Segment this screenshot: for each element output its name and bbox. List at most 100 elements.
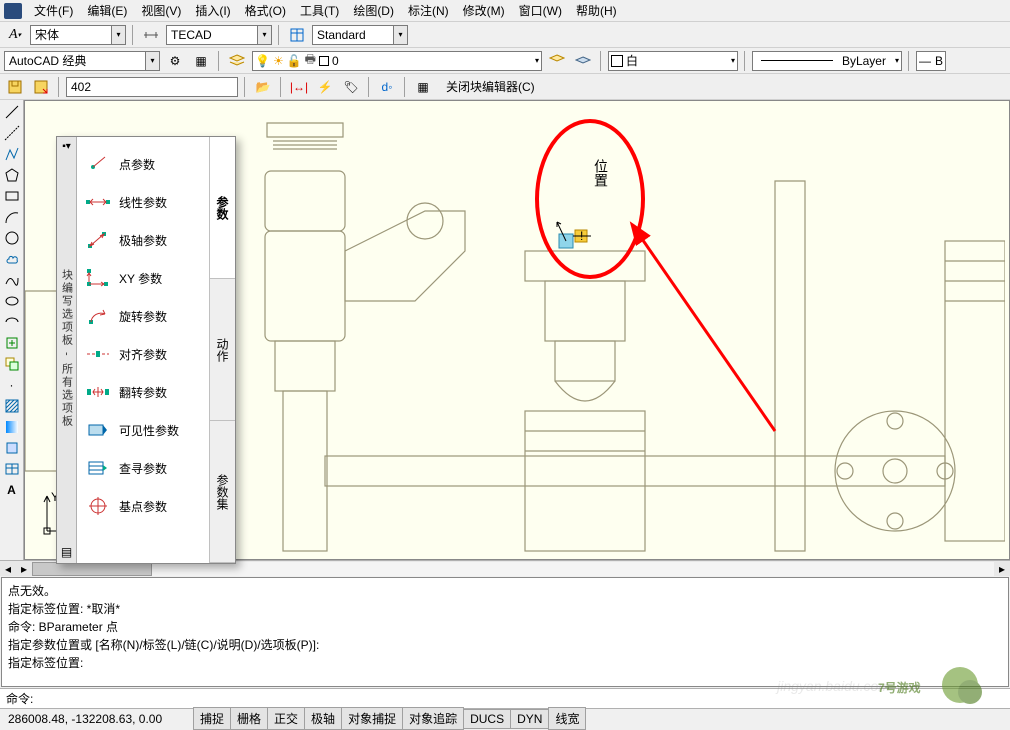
param-point[interactable]: 点参数: [79, 145, 207, 183]
ellipse-icon[interactable]: [2, 291, 22, 311]
textstyle-icon[interactable]: A▾: [4, 24, 26, 46]
menu-help[interactable]: 帮助(H): [570, 0, 623, 21]
layer-prev-icon[interactable]: [546, 50, 568, 72]
block-saveas-icon[interactable]: [30, 76, 52, 98]
menu-tools[interactable]: 工具(T): [294, 0, 345, 21]
arc-icon[interactable]: [2, 207, 22, 227]
font-input[interactable]: [31, 26, 111, 44]
menu-window[interactable]: 窗口(W): [513, 0, 568, 21]
ducs-toggle[interactable]: DUCS: [463, 709, 511, 729]
chevron-down-icon[interactable]: ▾: [895, 56, 899, 65]
construction-line-icon[interactable]: [2, 123, 22, 143]
block-open-icon[interactable]: 📂: [252, 76, 274, 98]
param-rotate[interactable]: 旋转参数: [79, 297, 207, 335]
workspace-combo[interactable]: ▾: [4, 51, 160, 71]
tab-parameter-sets[interactable]: 参数集: [210, 421, 235, 563]
linetype-combo[interactable]: ByLayer ▾: [752, 51, 902, 71]
param-visibility[interactable]: 可见性参数: [79, 411, 207, 449]
param-flip[interactable]: 翻转参数: [79, 373, 207, 411]
otrack-toggle[interactable]: 对象追踪: [402, 707, 464, 730]
menu-modify[interactable]: 修改(M): [457, 0, 511, 21]
menu-format[interactable]: 格式(O): [239, 0, 292, 21]
constraint-icon[interactable]: d◦: [376, 76, 398, 98]
revision-cloud-icon[interactable]: [2, 249, 22, 269]
param-align[interactable]: 对齐参数: [79, 335, 207, 373]
tablestyle-combo[interactable]: ▾: [312, 25, 408, 45]
block-authoring-palette[interactable]: ▪▾ 块编写选项板 - 所有选项板 ▤ 点参数 线性参数 极轴参数 XY 参数 …: [56, 136, 236, 564]
lineweight-combo[interactable]: —B: [916, 51, 946, 71]
polygon-icon[interactable]: [2, 165, 22, 185]
point-icon[interactable]: ·: [2, 375, 22, 395]
layer-manager-icon[interactable]: [226, 50, 248, 72]
param-xy[interactable]: XY 参数: [79, 259, 207, 297]
chevron-down-icon[interactable]: ▾: [111, 26, 125, 44]
circle-icon[interactable]: [2, 228, 22, 248]
workspace-input[interactable]: [5, 52, 145, 70]
snap-toggle[interactable]: 捕捉: [193, 707, 231, 730]
region-icon[interactable]: [2, 438, 22, 458]
workspace-save-icon[interactable]: ▦: [190, 50, 212, 72]
param-basepoint[interactable]: 基点参数: [79, 487, 207, 525]
chevron-down-icon[interactable]: ▾: [257, 26, 271, 44]
polyline-icon[interactable]: [2, 144, 22, 164]
param-linear[interactable]: 线性参数: [79, 183, 207, 221]
polar-toggle[interactable]: 极轴: [304, 707, 342, 730]
coordinates-display[interactable]: 286008.48, -132208.63, 0.00: [4, 712, 194, 726]
block-name-input[interactable]: [67, 78, 237, 96]
block-name-combo[interactable]: [66, 77, 238, 97]
tablestyle-input[interactable]: [313, 26, 393, 44]
ellipse-arc-icon[interactable]: [2, 312, 22, 332]
command-input[interactable]: [39, 691, 1004, 706]
chevron-down-icon[interactable]: ▾: [145, 52, 159, 70]
palette-handle[interactable]: ▪▾ 块编写选项板 - 所有选项板 ▤: [57, 137, 77, 563]
action-icon[interactable]: ⚡: [314, 76, 336, 98]
menu-view[interactable]: 视图(V): [135, 0, 187, 21]
param-linear-icon[interactable]: |↔|: [288, 76, 310, 98]
layer-states-icon[interactable]: [572, 50, 594, 72]
dimstyle-combo[interactable]: ▾: [166, 25, 272, 45]
tab-actions[interactable]: 动作: [210, 279, 235, 421]
font-combo[interactable]: ▾: [30, 25, 126, 45]
osnap-toggle[interactable]: 对象捕捉: [341, 707, 403, 730]
palette-menu-icon[interactable]: ▪▾: [62, 141, 71, 152]
rectangle-icon[interactable]: [2, 186, 22, 206]
grid-toggle[interactable]: 栅格: [230, 707, 268, 730]
menu-dimension[interactable]: 标注(N): [402, 0, 455, 21]
dyn-toggle[interactable]: DYN: [510, 709, 549, 729]
insert-block-icon[interactable]: [2, 333, 22, 353]
menu-insert[interactable]: 插入(I): [189, 0, 236, 21]
tablestyle-icon[interactable]: [286, 24, 308, 46]
palette-props-icon[interactable]: ▤: [61, 545, 72, 559]
menu-draw[interactable]: 绘图(D): [347, 0, 400, 21]
command-window[interactable]: 点无效。 指定标签位置: *取消* 命令: BParameter 点 指定参数位…: [1, 577, 1009, 687]
chevron-down-icon[interactable]: ▾: [393, 26, 407, 44]
chevron-down-icon[interactable]: ▾: [535, 56, 539, 65]
dimstyle-icon[interactable]: [140, 24, 162, 46]
authoring-palette-icon[interactable]: ▦: [412, 76, 434, 98]
color-combo[interactable]: 白 ▾: [608, 51, 738, 71]
chevron-down-icon[interactable]: ▾: [731, 56, 735, 65]
menu-file[interactable]: 文件(F): [28, 0, 79, 21]
menu-edit[interactable]: 编辑(E): [81, 0, 133, 21]
param-lookup[interactable]: 查寻参数: [79, 449, 207, 487]
attribute-icon[interactable]: 🏷: [340, 76, 362, 98]
dimstyle-input[interactable]: [167, 26, 257, 44]
hatch-icon[interactable]: [2, 396, 22, 416]
make-block-icon[interactable]: [2, 354, 22, 374]
block-save-icon[interactable]: [4, 76, 26, 98]
table-icon[interactable]: [2, 459, 22, 479]
tab-parameters[interactable]: 参数: [210, 137, 235, 279]
param-polar[interactable]: 极轴参数: [79, 221, 207, 259]
close-block-editor-button[interactable]: 关闭块编辑器(C): [438, 76, 543, 97]
ortho-toggle[interactable]: 正交: [267, 707, 305, 730]
workspace-settings-icon[interactable]: ⚙: [164, 50, 186, 72]
layer-color-swatch: [319, 56, 329, 66]
cmd-line: 命令: BParameter 点: [8, 618, 1002, 636]
mtext-icon[interactable]: A: [2, 480, 22, 500]
lwt-toggle[interactable]: 线宽: [548, 707, 586, 730]
spline-icon[interactable]: [2, 270, 22, 290]
point-parameter-marker[interactable]: !: [555, 216, 595, 259]
layer-combo[interactable]: 💡 ☀ 🔓 🖶 0 ▾: [252, 51, 542, 71]
gradient-icon[interactable]: [2, 417, 22, 437]
line-icon[interactable]: [2, 102, 22, 122]
